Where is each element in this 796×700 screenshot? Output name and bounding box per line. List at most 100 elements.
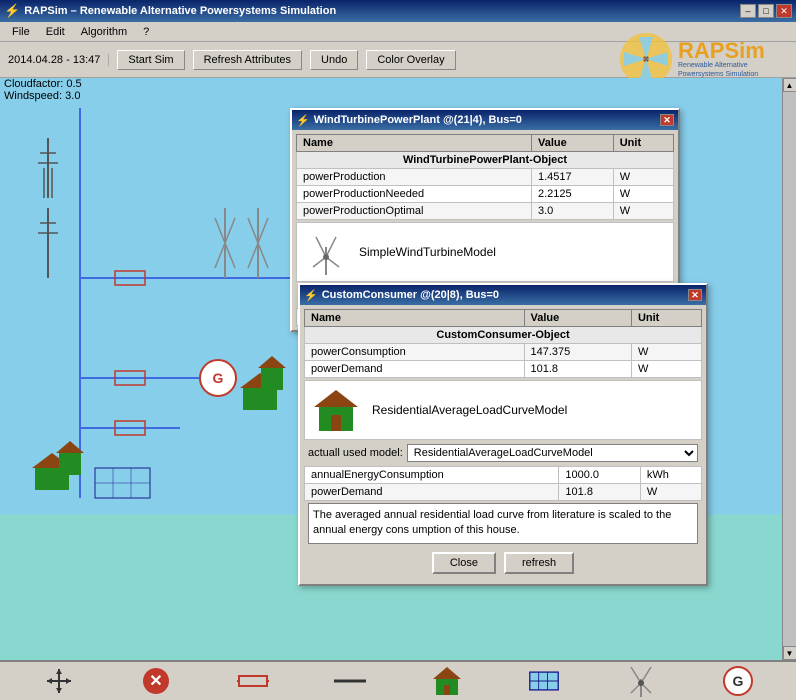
close-button[interactable]: ✕ bbox=[776, 4, 792, 18]
consumer-section-label: CustomConsumer-Object bbox=[305, 327, 702, 344]
menu-help[interactable]: ? bbox=[135, 24, 157, 40]
wind-col-unit: Unit bbox=[613, 135, 673, 152]
cable-tool-icon[interactable] bbox=[334, 665, 366, 697]
generator-tool-icon[interactable]: G bbox=[722, 665, 754, 697]
wind-dialog-close-icon[interactable]: ✕ bbox=[660, 114, 674, 126]
consumer-dialog: ⚡ CustomConsumer @(20|8), Bus=0 ✕ Name V… bbox=[298, 283, 708, 586]
wind-model-icon bbox=[301, 227, 351, 277]
consumer-refresh-button[interactable]: refresh bbox=[504, 552, 574, 574]
consumer-dialog-icon: ⚡ bbox=[304, 289, 318, 302]
scroll-track[interactable] bbox=[783, 92, 796, 646]
row-unit: kWh bbox=[640, 467, 701, 484]
app-icon: ⚡ bbox=[4, 3, 20, 19]
windmill-icon bbox=[627, 663, 655, 699]
svg-text:G: G bbox=[213, 370, 224, 386]
toolbar: 2014.04.28 - 13:47 Start Sim Refresh Att… bbox=[0, 42, 796, 78]
consumer-extra-table: annualEnergyConsumption 1000.0 kWh power… bbox=[304, 466, 702, 501]
windspeed-display: Windspeed: 3.0 bbox=[4, 90, 82, 102]
power-line-tool-icon[interactable] bbox=[237, 665, 269, 697]
row-value: 1.4517 bbox=[531, 169, 613, 186]
consumer-model-select[interactable]: ResidentialAverageLoadCurveModel bbox=[407, 444, 698, 462]
consumer-description-text: The averaged annual residential load cur… bbox=[313, 509, 671, 536]
table-row: powerProductionNeeded 2.2125 W bbox=[297, 186, 674, 203]
maximize-button[interactable]: □ bbox=[758, 4, 774, 18]
row-unit: W bbox=[613, 169, 673, 186]
generator-icon: G bbox=[722, 665, 754, 697]
wind-model-label: SimpleWindTurbineModel bbox=[359, 245, 496, 259]
row-name: annualEnergyConsumption bbox=[305, 467, 559, 484]
menu-edit[interactable]: Edit bbox=[38, 24, 73, 40]
row-value: 147.375 bbox=[524, 344, 631, 361]
wind-dialog-icon: ⚡ bbox=[296, 114, 310, 127]
row-value: 2.2125 bbox=[531, 186, 613, 203]
svg-text:✕: ✕ bbox=[149, 673, 162, 690]
wind-data-table: Name Value Unit WindTurbinePowerPlant-Ob… bbox=[296, 134, 674, 220]
status-panel: Cloudfactor: 0.5 Windspeed: 3.0 bbox=[4, 78, 82, 102]
row-value: 1000.0 bbox=[559, 467, 640, 484]
menu-algorithm[interactable]: Algorithm bbox=[73, 24, 135, 40]
transformer-icon bbox=[237, 671, 269, 691]
consumer-model-label: ResidentialAverageLoadCurveModel bbox=[372, 403, 567, 417]
scroll-down-button[interactable]: ▼ bbox=[783, 646, 796, 660]
row-name: powerProductionOptimal bbox=[297, 203, 532, 220]
consumer-section-header: CustomConsumer-Object bbox=[305, 327, 702, 344]
right-scrollbar[interactable]: ▲ ▼ bbox=[782, 78, 796, 660]
row-unit: W bbox=[613, 186, 673, 203]
wind-section-label: WindTurbinePowerPlant-Object bbox=[297, 152, 674, 169]
minimize-button[interactable]: – bbox=[740, 4, 756, 18]
move-tool-icon[interactable] bbox=[43, 665, 75, 697]
datetime-display: 2014.04.28 - 13:47 bbox=[8, 54, 109, 66]
row-value: 101.8 bbox=[524, 361, 631, 378]
scroll-up-button[interactable]: ▲ bbox=[783, 78, 796, 92]
row-unit: W bbox=[613, 203, 673, 220]
table-row: powerDemand 101.8 W bbox=[305, 484, 702, 501]
consumer-col-unit: Unit bbox=[631, 310, 701, 327]
svg-text:G: G bbox=[732, 673, 743, 689]
consumer-col-name: Name bbox=[305, 310, 525, 327]
consumer-model-select-label: actuall used model: bbox=[308, 447, 403, 459]
wind-tool-icon[interactable] bbox=[625, 665, 657, 697]
wind-model-row: SimpleWindTurbineModel bbox=[296, 222, 674, 282]
logo-subtext: Renewable Alternative Powersystems Simul… bbox=[678, 62, 788, 79]
consumer-dialog-title[interactable]: ⚡ CustomConsumer @(20|8), Bus=0 ✕ bbox=[300, 285, 706, 305]
wind-col-value: Value bbox=[531, 135, 613, 152]
table-row: powerDemand 101.8 W bbox=[305, 361, 702, 378]
refresh-attributes-button[interactable]: Refresh Attributes bbox=[193, 50, 302, 70]
menu-file[interactable]: File bbox=[4, 24, 38, 40]
house-icon bbox=[431, 665, 463, 697]
house-model-icon bbox=[309, 385, 364, 435]
title-bar: ⚡ RAPSim – Renewable Alternative Powersy… bbox=[0, 0, 796, 22]
wind-dialog-title-text: WindTurbinePowerPlant @(21|4), Bus=0 bbox=[314, 114, 522, 126]
consumer-col-value: Value bbox=[524, 310, 631, 327]
consumer-dialog-buttons: Close refresh bbox=[304, 546, 702, 580]
row-value: 101.8 bbox=[559, 484, 640, 501]
row-name: powerConsumption bbox=[305, 344, 525, 361]
solar-panel-icon bbox=[528, 667, 560, 695]
undo-button[interactable]: Undo bbox=[310, 50, 358, 70]
consumer-close-button[interactable]: Close bbox=[432, 552, 496, 574]
consumer-dialog-close-icon[interactable]: ✕ bbox=[688, 289, 702, 301]
wind-dialog-title[interactable]: ⚡ WindTurbinePowerPlant @(21|4), Bus=0 ✕ bbox=[292, 110, 678, 130]
solar-tool-icon[interactable] bbox=[528, 665, 560, 697]
window-controls: – □ ✕ bbox=[740, 4, 792, 18]
table-row: powerProduction 1.4517 W bbox=[297, 169, 674, 186]
consumer-dialog-title-text: CustomConsumer @(20|8), Bus=0 bbox=[322, 289, 499, 301]
row-name: powerDemand bbox=[305, 361, 525, 378]
line-icon bbox=[334, 676, 366, 686]
table-row: annualEnergyConsumption 1000.0 kWh bbox=[305, 467, 702, 484]
wind-col-name: Name bbox=[297, 135, 532, 152]
consumer-model-row: ResidentialAverageLoadCurveModel bbox=[304, 380, 702, 440]
row-unit: W bbox=[640, 484, 701, 501]
house-tool-icon[interactable] bbox=[431, 665, 463, 697]
consumer-description: The averaged annual residential load cur… bbox=[308, 503, 698, 544]
delete-tool-icon[interactable]: ✕ bbox=[140, 665, 172, 697]
canvas-area[interactable]: G ⚡ WindTurbinePowerPlant @(21|4), Bus=0… bbox=[0, 78, 782, 660]
table-row: powerProductionOptimal 3.0 W bbox=[297, 203, 674, 220]
color-overlay-button[interactable]: Color Overlay bbox=[366, 50, 455, 70]
bottom-toolbar: ✕ bbox=[0, 660, 796, 700]
start-sim-button[interactable]: Start Sim bbox=[117, 50, 184, 70]
row-unit: W bbox=[631, 344, 701, 361]
cloudfactor-display: Cloudfactor: 0.5 bbox=[4, 78, 82, 90]
window-title: RAPSim – Renewable Alternative Powersyst… bbox=[24, 5, 336, 17]
row-name: powerProductionNeeded bbox=[297, 186, 532, 203]
